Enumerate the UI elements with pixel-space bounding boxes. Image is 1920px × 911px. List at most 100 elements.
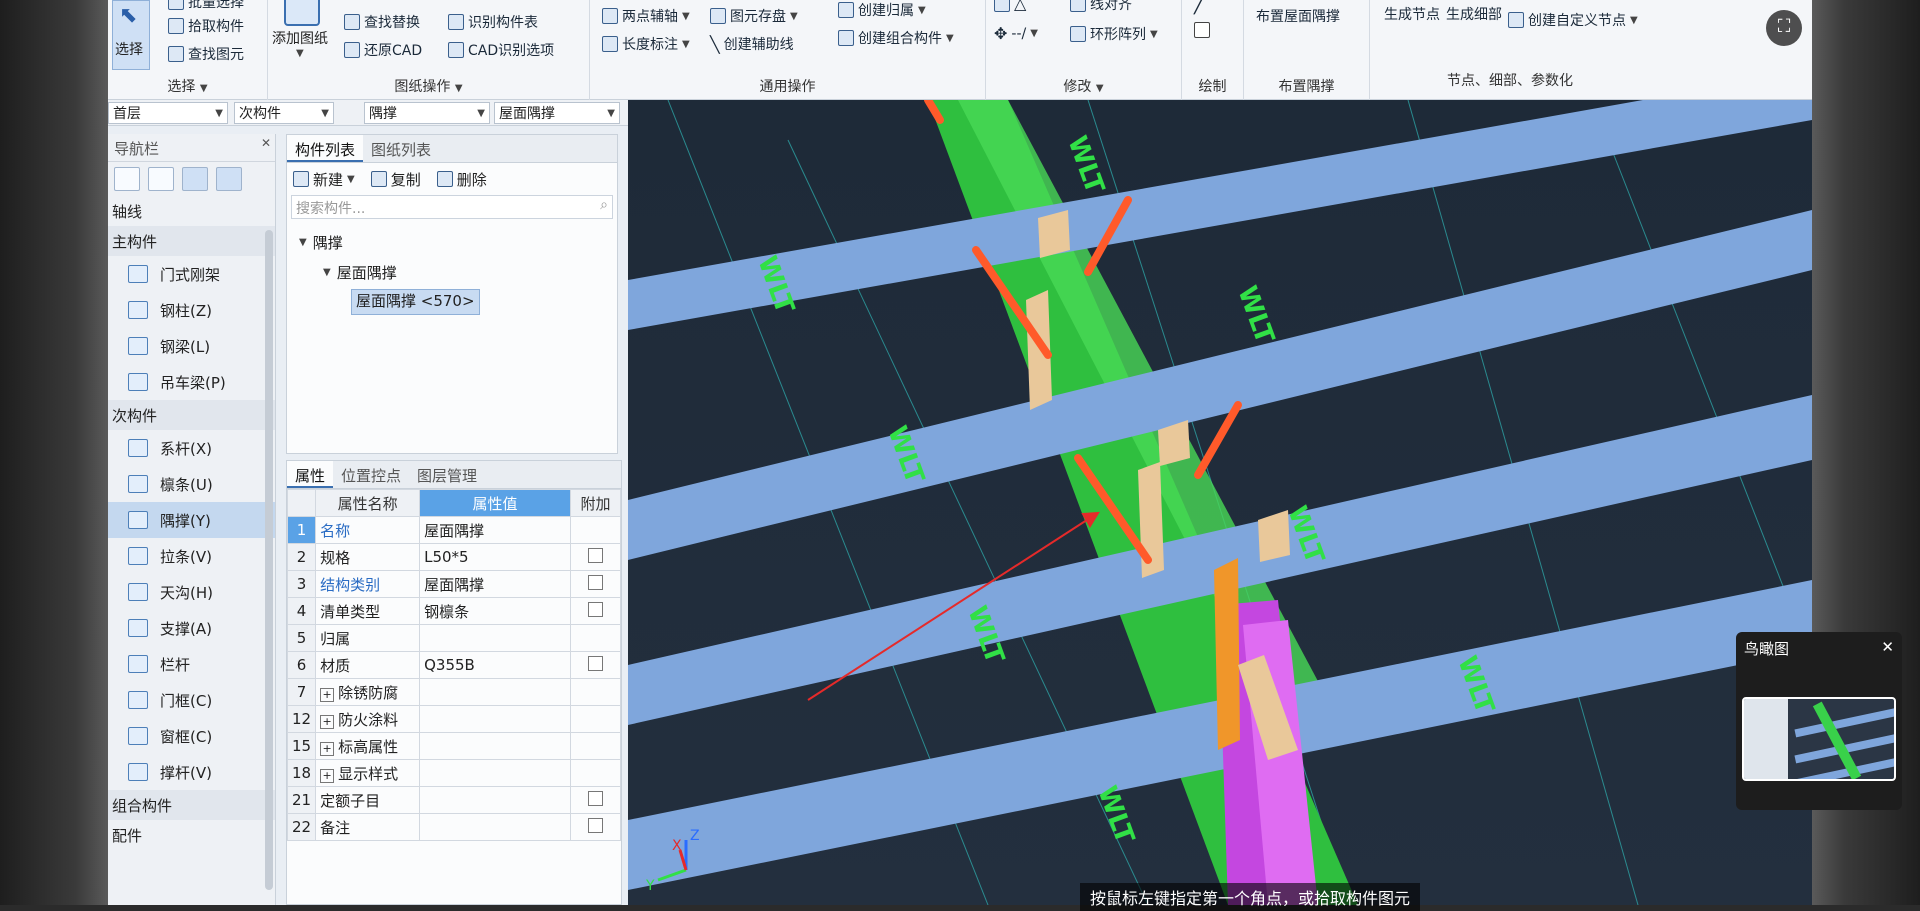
mirror-button[interactable]: △ bbox=[994, 0, 1026, 13]
move-button[interactable]: ✥ --/▼ bbox=[994, 24, 1038, 43]
two-point-axis-button[interactable]: 两点辅轴 ▼ bbox=[602, 6, 690, 26]
select-button[interactable]: ⬉ 选择 bbox=[112, 0, 150, 70]
property-row[interactable]: 6 材质 Q355B bbox=[286, 651, 621, 679]
property-value[interactable] bbox=[419, 732, 571, 760]
gen-detail-button[interactable]: 生成细部 bbox=[1446, 4, 1502, 24]
tab-component-list[interactable]: 构件列表 bbox=[287, 135, 364, 162]
component-search-input[interactable]: 搜索构件... ⌕ bbox=[291, 195, 613, 219]
nav-item[interactable]: 钢梁(L) bbox=[108, 328, 275, 364]
property-row[interactable]: 7 + 除锈防腐 bbox=[286, 678, 621, 706]
property-row[interactable]: 1 名称 屋面隅撑 bbox=[286, 516, 621, 544]
property-value[interactable] bbox=[419, 759, 571, 787]
tab-drawing-list[interactable]: 图纸列表 bbox=[363, 135, 439, 162]
property-row[interactable]: 12 + 防火涂料 bbox=[286, 705, 621, 733]
property-row[interactable]: 2 规格 L50*5 bbox=[286, 543, 621, 571]
extra-checkbox[interactable] bbox=[588, 547, 603, 563]
property-value[interactable]: 屋面隅撑 bbox=[419, 516, 571, 544]
nav-item[interactable]: 檩条(U) bbox=[108, 466, 275, 502]
nav-axis[interactable]: 轴线 bbox=[108, 196, 275, 226]
subtype-select[interactable]: 屋面隅撑 ▼ bbox=[494, 102, 620, 124]
nav-scrollbar[interactable] bbox=[265, 230, 273, 890]
nav-combo-category[interactable]: 组合构件 bbox=[108, 790, 275, 820]
property-row[interactable]: 22 备注 bbox=[286, 813, 621, 841]
property-value[interactable] bbox=[419, 624, 571, 652]
property-row[interactable]: 15 + 标高属性 bbox=[286, 732, 621, 760]
property-row[interactable]: 21 定额子目 bbox=[286, 786, 621, 814]
batch-select-button[interactable]: 批量选择 bbox=[168, 0, 244, 12]
identify-table-button[interactable]: 识别构件表 bbox=[448, 12, 538, 32]
draw-rect-button[interactable] bbox=[1194, 22, 1210, 38]
property-value[interactable] bbox=[419, 786, 571, 814]
tab-attributes[interactable]: 属性 bbox=[287, 461, 334, 488]
nav-main-category[interactable]: 主构件 bbox=[108, 226, 275, 256]
nav-item[interactable]: 天沟(H) bbox=[108, 574, 275, 610]
nav-item[interactable]: 隅撑(Y) bbox=[108, 502, 275, 538]
expand-icon[interactable]: + bbox=[320, 687, 335, 702]
layout-roof-brace-button[interactable]: 布置屋面隅撑 bbox=[1256, 6, 1340, 26]
nav-sub-category[interactable]: 次构件 bbox=[108, 400, 275, 430]
cad-options-button[interactable]: CAD识别选项 bbox=[448, 40, 554, 60]
extra-checkbox[interactable] bbox=[588, 790, 603, 806]
property-value[interactable]: L50*5 bbox=[419, 543, 571, 571]
tree-node-selected[interactable]: 屋面隅撑 <570> bbox=[351, 289, 480, 315]
nav-item[interactable]: 撑杆(V) bbox=[108, 754, 275, 790]
property-row[interactable]: 5 归属 bbox=[286, 624, 621, 652]
add-drawing-button[interactable]: 添加图纸 ▼ bbox=[272, 0, 332, 70]
find-element-button[interactable]: 查找图元 bbox=[168, 44, 244, 64]
nav-item[interactable]: 窗框(C) bbox=[108, 718, 275, 754]
orange-plate[interactable] bbox=[1214, 558, 1240, 750]
expand-icon[interactable]: + bbox=[320, 741, 335, 756]
fullscreen-icon[interactable]: ⛶ bbox=[1766, 10, 1802, 46]
tab-position-points[interactable]: 位置控点 bbox=[333, 461, 409, 488]
detail-view-icon[interactable] bbox=[216, 167, 242, 191]
nav-item[interactable]: 门式刚架 bbox=[108, 256, 275, 292]
extra-checkbox[interactable] bbox=[588, 574, 603, 590]
tree-node-root[interactable]: ▼ 隅撑 bbox=[299, 227, 617, 257]
delete-button[interactable]: 删除 bbox=[436, 169, 487, 190]
property-value[interactable] bbox=[419, 705, 571, 733]
property-value[interactable]: 钢檩条 bbox=[419, 597, 571, 625]
property-row[interactable]: 3 结构类别 屋面隅撑 bbox=[286, 570, 621, 598]
extra-checkbox[interactable] bbox=[588, 655, 603, 671]
length-mark-button[interactable]: 长度标注 ▼ bbox=[602, 34, 690, 54]
property-value[interactable] bbox=[419, 813, 571, 841]
expand-icon[interactable]: + bbox=[320, 714, 335, 729]
nav-item[interactable]: 拉条(V) bbox=[108, 538, 275, 574]
nav-item[interactable]: 支撑(A) bbox=[108, 610, 275, 646]
property-row[interactable]: 18 + 显示样式 bbox=[286, 759, 621, 787]
expand-icon[interactable]: + bbox=[320, 768, 335, 783]
copy-button[interactable]: 复制 bbox=[370, 169, 421, 190]
draw-line-button[interactable]: ╱ bbox=[1194, 0, 1205, 15]
nav-item[interactable]: 栏杆 bbox=[108, 646, 275, 682]
extra-checkbox[interactable] bbox=[588, 601, 603, 617]
close-icon[interactable]: ✕ bbox=[1881, 638, 1894, 656]
create-owner-button[interactable]: 创建归属 ▼ bbox=[838, 0, 926, 20]
nav-item[interactable]: 吊车梁(P) bbox=[108, 364, 275, 400]
nav-item[interactable]: 钢柱(Z) bbox=[108, 292, 275, 328]
close-icon[interactable]: ✕ bbox=[261, 136, 271, 150]
pick-component-button[interactable]: 拾取构件 bbox=[168, 16, 244, 36]
nav-item[interactable]: 系杆(X) bbox=[108, 430, 275, 466]
gen-node-button[interactable]: 生成节点 bbox=[1384, 4, 1440, 24]
element-save-button[interactable]: 图元存盘 ▼ bbox=[710, 6, 798, 26]
tab-layer-management[interactable]: 图层管理 bbox=[409, 461, 485, 488]
type-select[interactable]: 隅撑 ▼ bbox=[364, 102, 490, 124]
restore-cad-button[interactable]: 还原CAD bbox=[344, 40, 422, 60]
list-view-icon[interactable] bbox=[182, 167, 208, 191]
find-replace-button[interactable]: 查找替换 bbox=[344, 12, 420, 32]
property-value[interactable] bbox=[419, 678, 571, 706]
3d-viewport[interactable]: WLT WLT WLT WLT WLT WLT WLT WLT Z X Y bbox=[628, 100, 1812, 905]
line-align-button[interactable]: 线对齐 bbox=[1070, 0, 1132, 14]
floor-select[interactable]: 首层 ▼ bbox=[108, 102, 228, 124]
property-value[interactable]: Q355B bbox=[419, 651, 571, 679]
custom-node-button[interactable]: 创建自定义节点 ▼ bbox=[1508, 10, 1638, 30]
ring-array-button[interactable]: 环形阵列 ▼ bbox=[1070, 24, 1158, 44]
property-row[interactable]: 4 清单类型 钢檩条 bbox=[286, 597, 621, 625]
grid-view-icon[interactable] bbox=[148, 167, 174, 191]
nav-item[interactable]: 门框(C) bbox=[108, 682, 275, 718]
extra-checkbox[interactable] bbox=[588, 817, 603, 833]
category-select[interactable]: 次构件 ▼ bbox=[234, 102, 334, 124]
create-aux-line-button[interactable]: ╲ 创建辅助线 bbox=[710, 34, 794, 54]
pin-icon[interactable] bbox=[114, 167, 140, 191]
tree-node-child[interactable]: ▼ 屋面隅撑 bbox=[299, 257, 617, 287]
